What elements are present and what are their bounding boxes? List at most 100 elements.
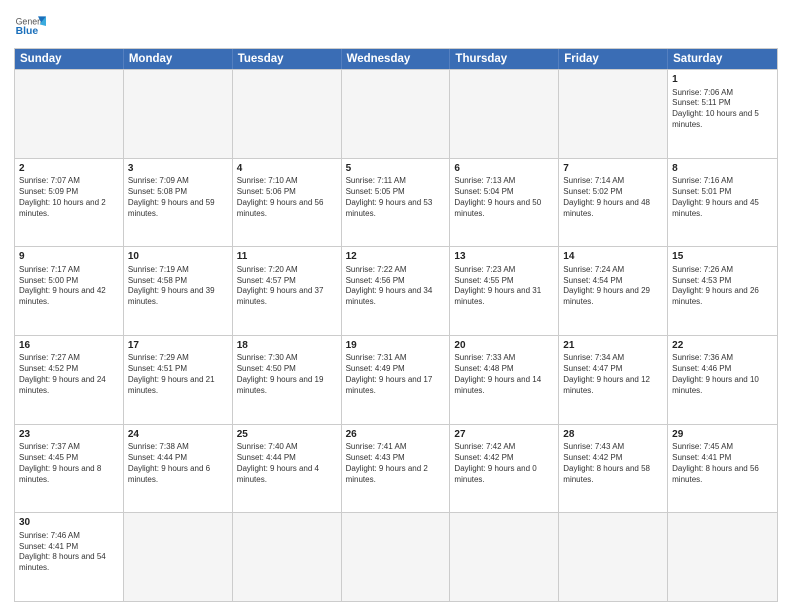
sun-info: Sunrise: 7:33 AMSunset: 4:48 PMDaylight:… xyxy=(454,353,554,396)
calendar-cell: 4Sunrise: 7:10 AMSunset: 5:06 PMDaylight… xyxy=(233,159,342,247)
day-number: 17 xyxy=(128,339,228,353)
calendar-cell: 19Sunrise: 7:31 AMSunset: 4:49 PMDayligh… xyxy=(342,336,451,424)
calendar-cell xyxy=(559,70,668,158)
day-number: 26 xyxy=(346,428,446,442)
day-number: 29 xyxy=(672,428,773,442)
calendar: SundayMondayTuesdayWednesdayThursdayFrid… xyxy=(14,48,778,602)
weekday-header-sunday: Sunday xyxy=(15,49,124,69)
calendar-cell: 27Sunrise: 7:42 AMSunset: 4:42 PMDayligh… xyxy=(450,425,559,513)
sun-info: Sunrise: 7:16 AMSunset: 5:01 PMDaylight:… xyxy=(672,176,773,219)
calendar-cell xyxy=(233,513,342,601)
sun-info: Sunrise: 7:13 AMSunset: 5:04 PMDaylight:… xyxy=(454,176,554,219)
day-number: 30 xyxy=(19,516,119,530)
calendar-cell: 28Sunrise: 7:43 AMSunset: 4:42 PMDayligh… xyxy=(559,425,668,513)
svg-text:Blue: Blue xyxy=(16,26,39,37)
sun-info: Sunrise: 7:19 AMSunset: 4:58 PMDaylight:… xyxy=(128,265,228,308)
day-number: 6 xyxy=(454,162,554,176)
sun-info: Sunrise: 7:41 AMSunset: 4:43 PMDaylight:… xyxy=(346,442,446,485)
calendar-cell: 5Sunrise: 7:11 AMSunset: 5:05 PMDaylight… xyxy=(342,159,451,247)
sun-info: Sunrise: 7:17 AMSunset: 5:00 PMDaylight:… xyxy=(19,265,119,308)
calendar-cell xyxy=(342,70,451,158)
calendar-cell: 11Sunrise: 7:20 AMSunset: 4:57 PMDayligh… xyxy=(233,247,342,335)
sun-info: Sunrise: 7:43 AMSunset: 4:42 PMDaylight:… xyxy=(563,442,663,485)
sun-info: Sunrise: 7:38 AMSunset: 4:44 PMDaylight:… xyxy=(128,442,228,485)
calendar-cell: 24Sunrise: 7:38 AMSunset: 4:44 PMDayligh… xyxy=(124,425,233,513)
sun-info: Sunrise: 7:14 AMSunset: 5:02 PMDaylight:… xyxy=(563,176,663,219)
calendar-cell xyxy=(668,513,777,601)
calendar-header: SundayMondayTuesdayWednesdayThursdayFrid… xyxy=(15,49,777,69)
calendar-row-2: 9Sunrise: 7:17 AMSunset: 5:00 PMDaylight… xyxy=(15,246,777,335)
day-number: 1 xyxy=(672,73,773,87)
sun-info: Sunrise: 7:27 AMSunset: 4:52 PMDaylight:… xyxy=(19,353,119,396)
sun-info: Sunrise: 7:29 AMSunset: 4:51 PMDaylight:… xyxy=(128,353,228,396)
calendar-cell: 15Sunrise: 7:26 AMSunset: 4:53 PMDayligh… xyxy=(668,247,777,335)
sun-info: Sunrise: 7:36 AMSunset: 4:46 PMDaylight:… xyxy=(672,353,773,396)
calendar-cell: 22Sunrise: 7:36 AMSunset: 4:46 PMDayligh… xyxy=(668,336,777,424)
calendar-cell: 8Sunrise: 7:16 AMSunset: 5:01 PMDaylight… xyxy=(668,159,777,247)
calendar-cell: 16Sunrise: 7:27 AMSunset: 4:52 PMDayligh… xyxy=(15,336,124,424)
day-number: 25 xyxy=(237,428,337,442)
sun-info: Sunrise: 7:06 AMSunset: 5:11 PMDaylight:… xyxy=(672,88,773,131)
sun-info: Sunrise: 7:46 AMSunset: 4:41 PMDaylight:… xyxy=(19,531,119,574)
calendar-cell: 17Sunrise: 7:29 AMSunset: 4:51 PMDayligh… xyxy=(124,336,233,424)
day-number: 10 xyxy=(128,250,228,264)
calendar-cell: 6Sunrise: 7:13 AMSunset: 5:04 PMDaylight… xyxy=(450,159,559,247)
calendar-cell: 12Sunrise: 7:22 AMSunset: 4:56 PMDayligh… xyxy=(342,247,451,335)
sun-info: Sunrise: 7:26 AMSunset: 4:53 PMDaylight:… xyxy=(672,265,773,308)
day-number: 7 xyxy=(563,162,663,176)
sun-info: Sunrise: 7:34 AMSunset: 4:47 PMDaylight:… xyxy=(563,353,663,396)
weekday-header-friday: Friday xyxy=(559,49,668,69)
calendar-cell xyxy=(450,70,559,158)
day-number: 16 xyxy=(19,339,119,353)
calendar-row-1: 2Sunrise: 7:07 AMSunset: 5:09 PMDaylight… xyxy=(15,158,777,247)
sun-info: Sunrise: 7:30 AMSunset: 4:50 PMDaylight:… xyxy=(237,353,337,396)
calendar-row-0: 1Sunrise: 7:06 AMSunset: 5:11 PMDaylight… xyxy=(15,69,777,158)
logo: General Blue xyxy=(14,10,46,42)
calendar-cell: 30Sunrise: 7:46 AMSunset: 4:41 PMDayligh… xyxy=(15,513,124,601)
calendar-cell xyxy=(559,513,668,601)
day-number: 9 xyxy=(19,250,119,264)
calendar-row-5: 30Sunrise: 7:46 AMSunset: 4:41 PMDayligh… xyxy=(15,512,777,601)
calendar-cell: 7Sunrise: 7:14 AMSunset: 5:02 PMDaylight… xyxy=(559,159,668,247)
page-header: General Blue xyxy=(14,10,778,42)
day-number: 18 xyxy=(237,339,337,353)
day-number: 24 xyxy=(128,428,228,442)
day-number: 15 xyxy=(672,250,773,264)
calendar-cell xyxy=(233,70,342,158)
sun-info: Sunrise: 7:24 AMSunset: 4:54 PMDaylight:… xyxy=(563,265,663,308)
logo-icon: General Blue xyxy=(14,10,46,42)
sun-info: Sunrise: 7:23 AMSunset: 4:55 PMDaylight:… xyxy=(454,265,554,308)
calendar-cell: 29Sunrise: 7:45 AMSunset: 4:41 PMDayligh… xyxy=(668,425,777,513)
day-number: 27 xyxy=(454,428,554,442)
calendar-cell xyxy=(342,513,451,601)
calendar-cell: 1Sunrise: 7:06 AMSunset: 5:11 PMDaylight… xyxy=(668,70,777,158)
sun-info: Sunrise: 7:10 AMSunset: 5:06 PMDaylight:… xyxy=(237,176,337,219)
day-number: 28 xyxy=(563,428,663,442)
sun-info: Sunrise: 7:09 AMSunset: 5:08 PMDaylight:… xyxy=(128,176,228,219)
day-number: 3 xyxy=(128,162,228,176)
day-number: 21 xyxy=(563,339,663,353)
day-number: 20 xyxy=(454,339,554,353)
day-number: 23 xyxy=(19,428,119,442)
calendar-row-3: 16Sunrise: 7:27 AMSunset: 4:52 PMDayligh… xyxy=(15,335,777,424)
sun-info: Sunrise: 7:20 AMSunset: 4:57 PMDaylight:… xyxy=(237,265,337,308)
weekday-header-thursday: Thursday xyxy=(450,49,559,69)
calendar-cell: 23Sunrise: 7:37 AMSunset: 4:45 PMDayligh… xyxy=(15,425,124,513)
sun-info: Sunrise: 7:22 AMSunset: 4:56 PMDaylight:… xyxy=(346,265,446,308)
day-number: 4 xyxy=(237,162,337,176)
day-number: 13 xyxy=(454,250,554,264)
calendar-cell xyxy=(124,513,233,601)
day-number: 11 xyxy=(237,250,337,264)
weekday-header-wednesday: Wednesday xyxy=(342,49,451,69)
calendar-cell: 21Sunrise: 7:34 AMSunset: 4:47 PMDayligh… xyxy=(559,336,668,424)
calendar-cell: 20Sunrise: 7:33 AMSunset: 4:48 PMDayligh… xyxy=(450,336,559,424)
calendar-cell: 3Sunrise: 7:09 AMSunset: 5:08 PMDaylight… xyxy=(124,159,233,247)
day-number: 5 xyxy=(346,162,446,176)
calendar-cell: 10Sunrise: 7:19 AMSunset: 4:58 PMDayligh… xyxy=(124,247,233,335)
day-number: 14 xyxy=(563,250,663,264)
calendar-cell: 9Sunrise: 7:17 AMSunset: 5:00 PMDaylight… xyxy=(15,247,124,335)
sun-info: Sunrise: 7:11 AMSunset: 5:05 PMDaylight:… xyxy=(346,176,446,219)
day-number: 22 xyxy=(672,339,773,353)
weekday-header-tuesday: Tuesday xyxy=(233,49,342,69)
sun-info: Sunrise: 7:40 AMSunset: 4:44 PMDaylight:… xyxy=(237,442,337,485)
